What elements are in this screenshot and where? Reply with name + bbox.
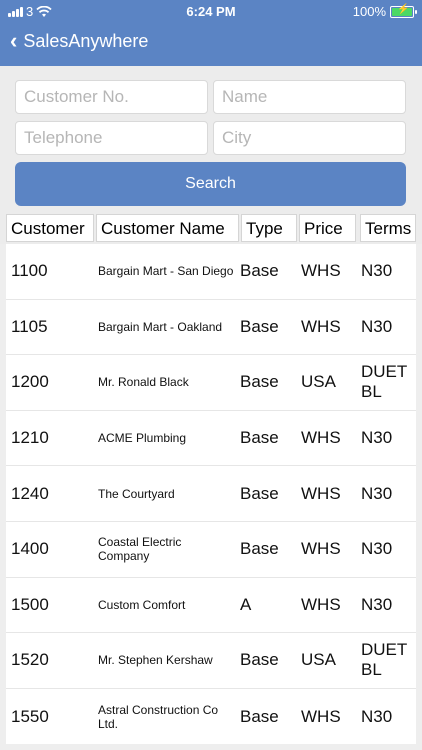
customer-id: 1210 — [11, 428, 49, 448]
header-type[interactable]: Type — [241, 214, 297, 242]
customer-type: Base — [240, 428, 279, 448]
header-terms[interactable]: Terms — [360, 214, 416, 242]
customer-price: USA — [301, 372, 336, 392]
table-row[interactable]: 1200 Mr. Ronald Black Base USA DUET BL — [6, 355, 416, 411]
customer-id: 1200 — [11, 372, 49, 392]
customer-name: Bargain Mart - Oakland — [98, 319, 223, 334]
customer-price: WHS — [301, 483, 341, 503]
table-header: Customer Customer Name Type Price Terms — [0, 212, 422, 244]
customer-terms: N30 — [361, 316, 393, 336]
customer-terms: DUET BL — [361, 640, 407, 680]
charging-icon: ⚡ — [397, 3, 410, 15]
table-row[interactable]: 1100 Bargain Mart - San Diego Base WHS N… — [6, 244, 416, 300]
name-input[interactable] — [213, 80, 406, 114]
customer-id: 1550 — [11, 706, 49, 726]
customer-price: USA — [301, 650, 336, 670]
customer-type: Base — [240, 316, 279, 336]
customer-type: Base — [240, 372, 279, 392]
search-button[interactable]: Search — [15, 162, 406, 206]
customer-id: 1100 — [11, 261, 48, 281]
table-row[interactable]: 1500 Custom Comfort A WHS N30 — [6, 578, 416, 634]
customer-type: Base — [240, 706, 279, 726]
customer-terms: N30 — [361, 428, 393, 448]
table-row[interactable]: 1105 Bargain Mart - Oakland Base WHS N30 — [6, 300, 416, 356]
battery-icon: ⚡ — [390, 3, 417, 18]
customer-name: Custom Comfort — [98, 597, 186, 612]
table-row[interactable]: 1520 Mr. Stephen Kershaw Base USA DUET B… — [6, 633, 416, 689]
customer-id: 1240 — [11, 483, 49, 503]
customer-type: Base — [240, 650, 279, 670]
status-right: 100% ⚡ — [352, 3, 417, 19]
customer-type: Base — [240, 483, 279, 503]
customer-list: 1100 Bargain Mart - San Diego Base WHS N… — [6, 244, 416, 745]
nav-title: SalesAnywhere — [23, 30, 149, 51]
customer-terms: DUET BL — [361, 362, 407, 402]
customer-terms: N30 — [361, 706, 393, 726]
table-row[interactable]: 1400 Coastal Electric Company Base WHS N… — [6, 522, 416, 578]
header-price[interactable]: Price — [299, 214, 356, 242]
customer-price: WHS — [301, 261, 341, 281]
search-form: Search — [0, 66, 422, 212]
telephone-input[interactable] — [15, 121, 208, 155]
app-header: 3 6:24 PM 100% ⚡ ‹ SalesAnywhere — [0, 0, 422, 66]
customer-terms: N30 — [361, 483, 393, 503]
table-row[interactable]: 1210 ACME Plumbing Base WHS N30 — [6, 411, 416, 467]
customer-price: WHS — [301, 706, 341, 726]
customer-name: Astral Construction Co Ltd. — [98, 702, 219, 731]
customer-id: 1105 — [11, 316, 48, 336]
customer-no-input[interactable] — [15, 80, 208, 114]
customer-name: ACME Plumbing — [98, 431, 187, 446]
customer-price: WHS — [301, 316, 341, 336]
table-row[interactable]: 1550 Astral Construction Co Ltd. Base WH… — [6, 689, 416, 745]
customer-type: Base — [240, 261, 279, 281]
customer-name: Mr. Stephen Kershaw — [98, 653, 213, 668]
chevron-left-icon: ‹ — [10, 28, 18, 53]
customer-name: Mr. Ronald Black — [98, 375, 189, 390]
customer-id: 1520 — [11, 650, 49, 670]
table-row[interactable]: 1240 The Courtyard Base WHS N30 — [6, 466, 416, 522]
customer-type: Base — [240, 539, 279, 559]
back-button[interactable]: ‹ SalesAnywhere — [10, 30, 148, 52]
customer-terms: N30 — [361, 594, 393, 614]
customer-price: WHS — [301, 594, 341, 614]
header-customer[interactable]: Customer — [6, 214, 94, 242]
customer-terms: N30 — [361, 261, 393, 281]
battery-percent: 100% — [352, 4, 386, 19]
header-customer-name[interactable]: Customer Name — [96, 214, 239, 242]
customer-type: A — [240, 594, 252, 614]
customer-terms: N30 — [361, 539, 393, 559]
customer-name: Coastal Electric Company — [98, 535, 182, 564]
customer-name: The Courtyard — [98, 486, 175, 501]
status-bar: 3 6:24 PM 100% ⚡ — [0, 0, 422, 22]
customer-price: WHS — [301, 539, 341, 559]
customer-name: Bargain Mart - San Diego — [98, 264, 234, 279]
customer-id: 1400 — [11, 539, 49, 559]
customer-price: WHS — [301, 428, 341, 448]
city-input[interactable] — [213, 121, 406, 155]
customer-id: 1500 — [11, 594, 49, 614]
